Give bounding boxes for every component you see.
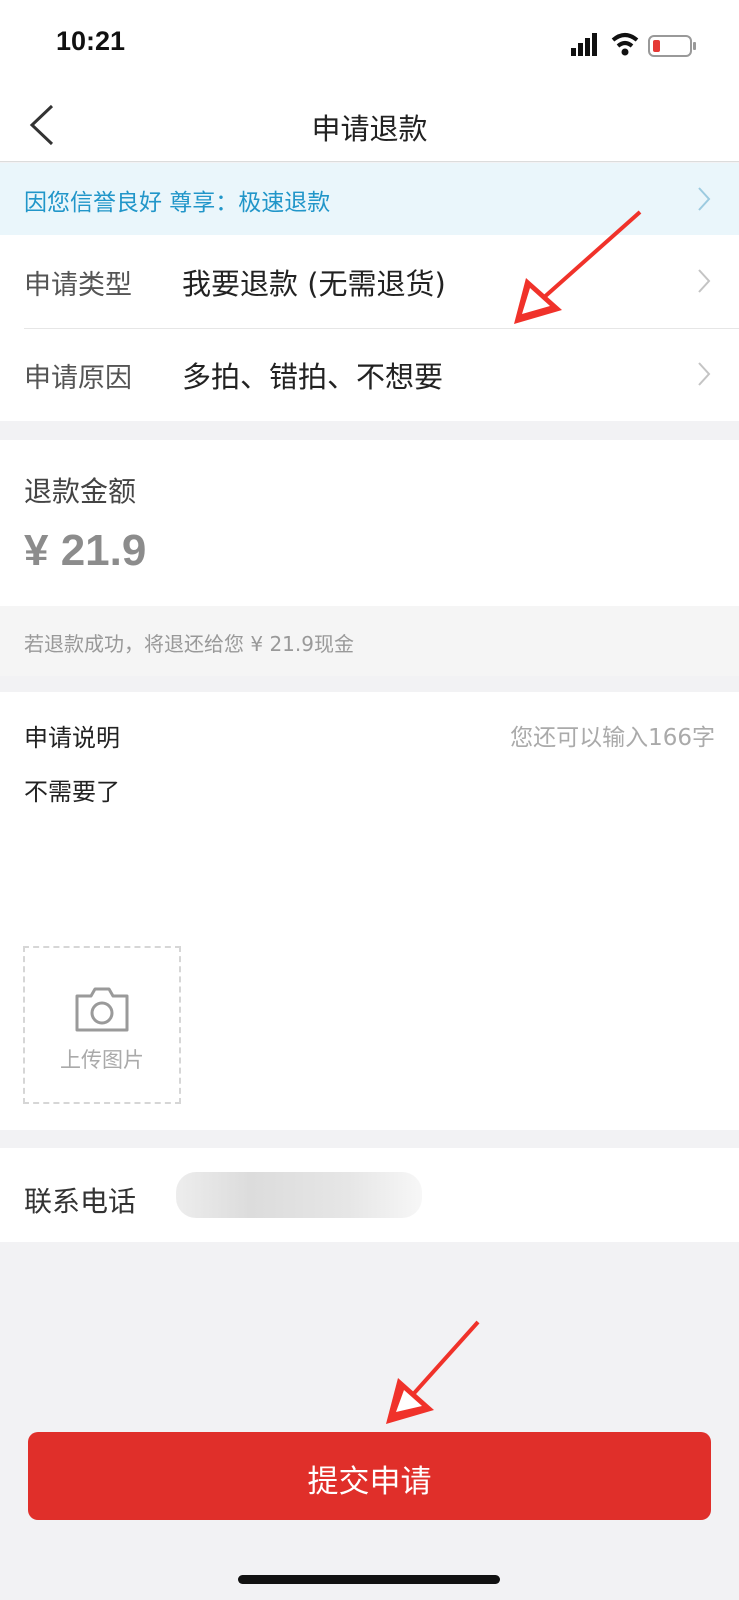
application-reason-row[interactable]: 申请原因 多拍、错拍、不想要 <box>0 328 739 421</box>
contact-phone-label: 联系电话 <box>24 1185 137 1218</box>
character-counter: 您还可以输入166字 <box>510 725 715 751</box>
application-reason-label: 申请原因 <box>24 363 132 394</box>
camera-icon <box>75 987 129 1032</box>
application-type-label: 申请类型 <box>24 270 132 301</box>
battery-icon <box>648 35 696 57</box>
contact-phone-row[interactable]: 联系电话 <box>0 1148 739 1242</box>
refund-amount-section: 退款金额 ¥ 21.9 <box>0 440 739 606</box>
wifi-icon <box>611 33 639 56</box>
banner-text: 因您信誉良好 尊享：极速退款 <box>24 190 331 216</box>
submit-application-button[interactable]: 提交申请 <box>28 1432 711 1520</box>
phone-number-input[interactable] <box>176 1172 422 1218</box>
refund-amount-value: ¥ 21.9 <box>24 526 147 575</box>
chevron-right-icon <box>698 269 711 293</box>
upload-image-button[interactable]: 上传图片 <box>23 946 181 1104</box>
status-icons <box>571 33 696 57</box>
status-time: 10:21 <box>56 26 126 56</box>
chevron-right-icon <box>698 187 711 211</box>
upload-label: 上传图片 <box>60 1048 144 1072</box>
application-reason-value: 多拍、错拍、不想要 <box>182 360 444 394</box>
signal-icon <box>571 33 597 56</box>
refund-note: 若退款成功，将退还给您 ¥ 21.9现金 <box>24 632 354 656</box>
application-type-value: 我要退款 (无需退货) <box>182 267 446 301</box>
refund-note-strip: 若退款成功，将退还给您 ¥ 21.9现金 <box>0 606 739 676</box>
navigation-bar: 申请退款 <box>0 88 739 162</box>
description-input[interactable]: 不需要了 <box>24 772 120 807</box>
submit-label: 提交申请 <box>307 1464 432 1500</box>
home-indicator[interactable] <box>238 1575 500 1584</box>
status-bar: 10:21 <box>0 0 739 88</box>
description-label: 申请说明 <box>24 724 120 752</box>
description-section: 申请说明 您还可以输入166字 不需要了 上传图片 <box>0 692 739 1130</box>
page-title: 申请退款 <box>311 112 428 146</box>
annotation-arrow-icon <box>514 210 642 324</box>
annotation-arrow-icon <box>386 1320 480 1424</box>
refund-amount-label: 退款金额 <box>24 475 137 508</box>
chevron-right-icon <box>698 362 711 386</box>
